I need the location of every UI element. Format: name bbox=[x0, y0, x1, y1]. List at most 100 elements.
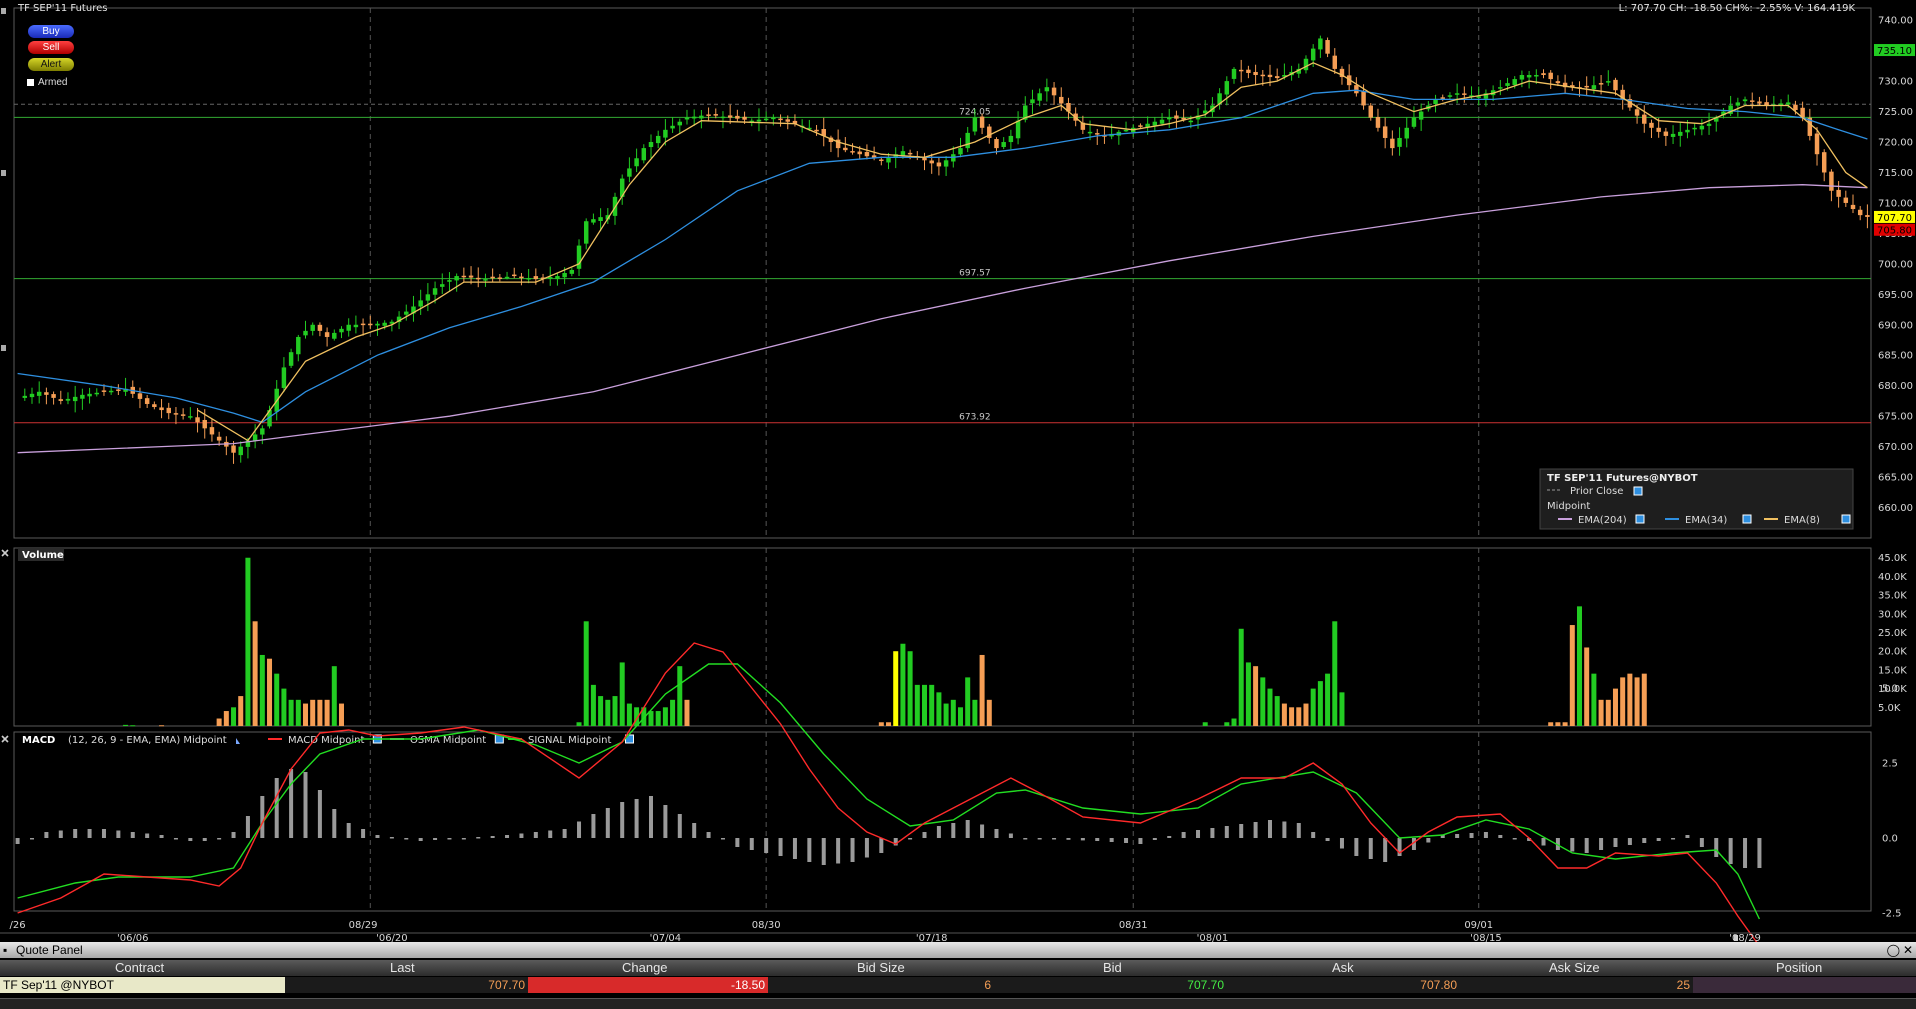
cell-contract[interactable]: TF Sep'11 @NYBOT bbox=[0, 977, 285, 993]
volume-bar bbox=[123, 724, 129, 726]
candle-body bbox=[641, 148, 647, 161]
candle-body bbox=[1634, 109, 1640, 116]
col-change[interactable]: Change bbox=[622, 960, 668, 976]
osma-bar bbox=[231, 832, 236, 838]
osma-bar bbox=[15, 838, 20, 844]
legend-prior-close: Prior Close bbox=[1570, 486, 1623, 497]
price-panel[interactable]: 740.00735.00730.00725.00720.00715.00710.… bbox=[1, 7, 1915, 539]
price-tick-label: 675.00 bbox=[1878, 412, 1913, 423]
osma-bar bbox=[605, 808, 610, 838]
candle-body bbox=[943, 160, 949, 167]
volume-bar bbox=[576, 722, 582, 726]
osma-bar bbox=[1210, 828, 1215, 838]
buy-button[interactable]: Buy bbox=[28, 25, 74, 38]
alert-button[interactable]: Alert bbox=[28, 58, 74, 71]
osma-bar bbox=[389, 837, 394, 839]
macd-tick-label: 2.5 bbox=[1882, 759, 1898, 770]
candle-body bbox=[994, 139, 999, 149]
osma-bar bbox=[778, 838, 783, 856]
armed-checkbox[interactable]: Armed bbox=[27, 77, 67, 88]
candle-body bbox=[231, 445, 236, 453]
checkbox-icon[interactable] bbox=[1635, 514, 1645, 524]
candle-body bbox=[1821, 152, 1827, 173]
cell-ask: 707.80 bbox=[1420, 978, 1457, 992]
candle-body bbox=[1498, 87, 1503, 89]
candle-body bbox=[907, 152, 913, 155]
cell-change: -18.50 bbox=[528, 977, 768, 993]
price-legend[interactable]: TF SEP'11 Futures@NYBOT Prior Close Midpoi… bbox=[1539, 468, 1854, 530]
candle-body bbox=[72, 396, 78, 402]
candle-body bbox=[720, 116, 726, 119]
col-contract[interactable]: Contract bbox=[115, 960, 164, 976]
close-icon[interactable]: ✕ bbox=[1903, 942, 1913, 958]
candle-body bbox=[65, 398, 71, 401]
candle-body bbox=[1857, 209, 1863, 216]
col-ask-size[interactable]: Ask Size bbox=[1549, 960, 1600, 976]
pane-scroll-mark[interactable] bbox=[1, 8, 6, 14]
pane-scroll-mark[interactable] bbox=[1, 345, 6, 351]
candle-body bbox=[58, 399, 64, 401]
osma-bar bbox=[1728, 838, 1733, 864]
osma-bar bbox=[720, 838, 725, 840]
osma-bar bbox=[245, 816, 250, 838]
price-tick-label: 670.00 bbox=[1878, 442, 1913, 453]
candle-body bbox=[360, 323, 366, 326]
expand-icon[interactable]: ▪ bbox=[3, 942, 7, 958]
candle-body bbox=[1260, 74, 1266, 77]
pin-icon[interactable]: ◯ bbox=[1887, 942, 1900, 958]
col-last[interactable]: Last bbox=[390, 960, 415, 976]
candle-body bbox=[152, 404, 157, 408]
col-position[interactable]: Position bbox=[1776, 960, 1822, 976]
candle-body bbox=[1613, 79, 1618, 91]
candle-body bbox=[440, 284, 445, 287]
price-tag-label: 735.10 bbox=[1877, 46, 1912, 57]
candle-body bbox=[670, 125, 675, 129]
checkbox-icon[interactable] bbox=[1742, 514, 1752, 524]
volume-bar bbox=[317, 699, 323, 726]
volume-bar bbox=[1281, 703, 1287, 726]
sell-button[interactable]: Sell bbox=[28, 41, 74, 54]
armed-label: Armed bbox=[38, 77, 68, 88]
checkbox-icon[interactable] bbox=[1633, 486, 1643, 496]
osma-bar bbox=[361, 829, 366, 838]
osma-bar bbox=[1743, 838, 1748, 868]
candle-body bbox=[1418, 111, 1424, 120]
osma-bar bbox=[1541, 838, 1546, 846]
osma-bar bbox=[836, 838, 841, 864]
legend-midpoint: Midpoint bbox=[1547, 501, 1590, 512]
volume-bar bbox=[893, 651, 899, 726]
osma-bar bbox=[1383, 838, 1388, 862]
osma-bar bbox=[1699, 838, 1704, 847]
col-bid-size[interactable]: Bid Size bbox=[857, 960, 905, 976]
col-bid[interactable]: Bid bbox=[1103, 960, 1122, 976]
candle-body bbox=[166, 407, 171, 414]
quote-panel-title: Quote Panel bbox=[16, 943, 83, 957]
candle-body bbox=[691, 116, 697, 119]
cell-ask-size: 25 bbox=[1676, 978, 1690, 992]
osma-bar bbox=[1469, 833, 1474, 838]
volume-bar bbox=[1612, 688, 1618, 726]
price-tick-label: 680.00 bbox=[1878, 381, 1913, 392]
osma-bar bbox=[1196, 830, 1201, 838]
osma-bar bbox=[1037, 838, 1042, 840]
candle-body bbox=[202, 419, 207, 429]
col-ask[interactable]: Ask bbox=[1332, 960, 1354, 976]
volume-bar bbox=[1641, 673, 1647, 726]
price-tick-label: 740.00 bbox=[1878, 16, 1913, 27]
checkbox-icon[interactable] bbox=[27, 78, 34, 86]
checkbox-icon[interactable] bbox=[1841, 514, 1851, 524]
pane-scroll-mark[interactable] bbox=[1, 170, 6, 176]
quote-row[interactable]: TF Sep'11 @NYBOT 707.70 -18.50 6 707.70 … bbox=[0, 977, 1916, 993]
osma-bar bbox=[188, 838, 193, 841]
volume-bar bbox=[612, 696, 618, 726]
price-tick-label: 660.00 bbox=[1878, 503, 1913, 514]
candle-body bbox=[173, 413, 179, 415]
volume-bar bbox=[1605, 699, 1611, 726]
volume-bar bbox=[979, 654, 985, 726]
macd-tick-label: 0.0 bbox=[1882, 834, 1898, 845]
candle-body bbox=[468, 275, 474, 278]
horizontal-scrollbar[interactable] bbox=[0, 998, 1916, 1009]
volume-bar bbox=[677, 666, 683, 726]
osma-bar bbox=[1483, 832, 1488, 838]
volume-title: Volume bbox=[22, 550, 64, 561]
